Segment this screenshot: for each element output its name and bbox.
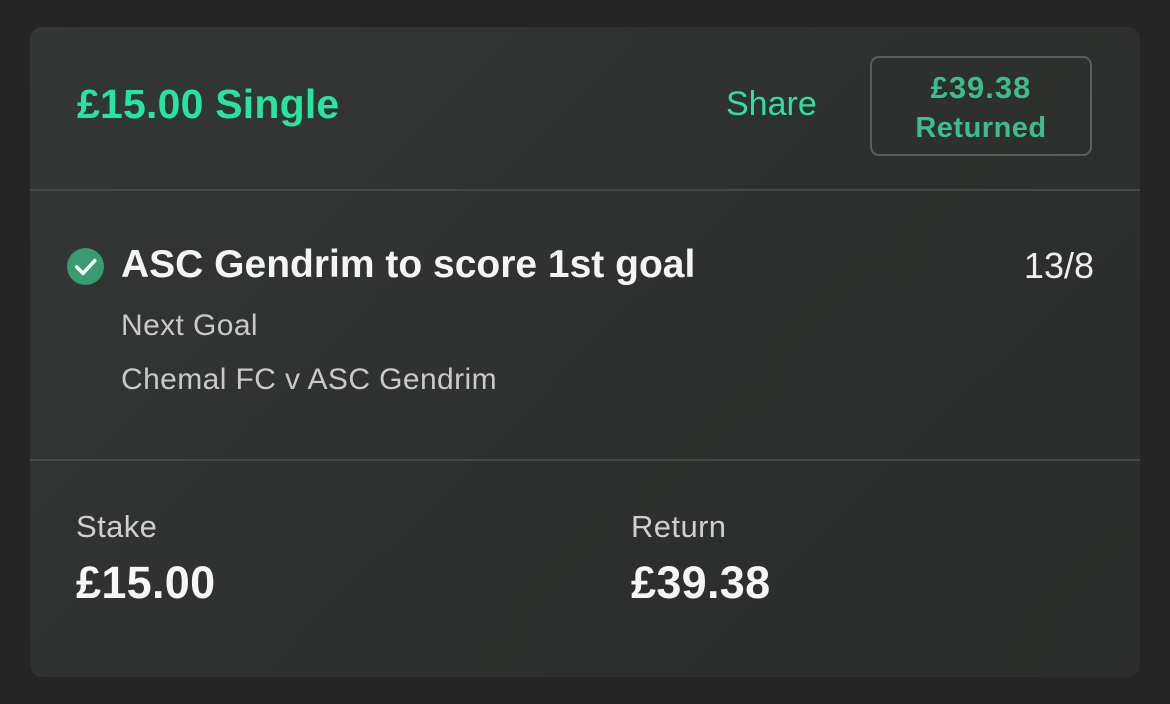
bet-title: £15.00 Single xyxy=(77,81,340,127)
event-name: Chemal FC v ASC Gendrim xyxy=(121,363,497,396)
return-value: £39.38 xyxy=(631,557,771,608)
returned-badge: £39.38 Returned xyxy=(870,56,1092,156)
returned-label: Returned xyxy=(915,112,1047,144)
bet-header: £15.00 Single Share £39.38 Returned xyxy=(30,27,1140,191)
share-button[interactable]: Share xyxy=(726,85,817,124)
market-name: Next Goal xyxy=(121,309,258,342)
selection-name: ASC Gendrim to score 1st goal xyxy=(121,243,696,286)
bet-card: £15.00 Single Share £39.38 Returned ASC … xyxy=(30,27,1140,677)
stake-value: £15.00 xyxy=(76,557,216,608)
returned-amount: £39.38 xyxy=(930,70,1032,105)
return-label: Return xyxy=(631,509,727,544)
bet-summary: Stake £15.00 Return £39.38 xyxy=(30,461,1140,677)
selection-row: ASC Gendrim to score 1st goal 13/8 Next … xyxy=(30,191,1140,461)
check-circle-icon xyxy=(66,247,105,286)
selection-odds: 13/8 xyxy=(1023,245,1094,286)
stake-label: Stake xyxy=(76,509,158,544)
